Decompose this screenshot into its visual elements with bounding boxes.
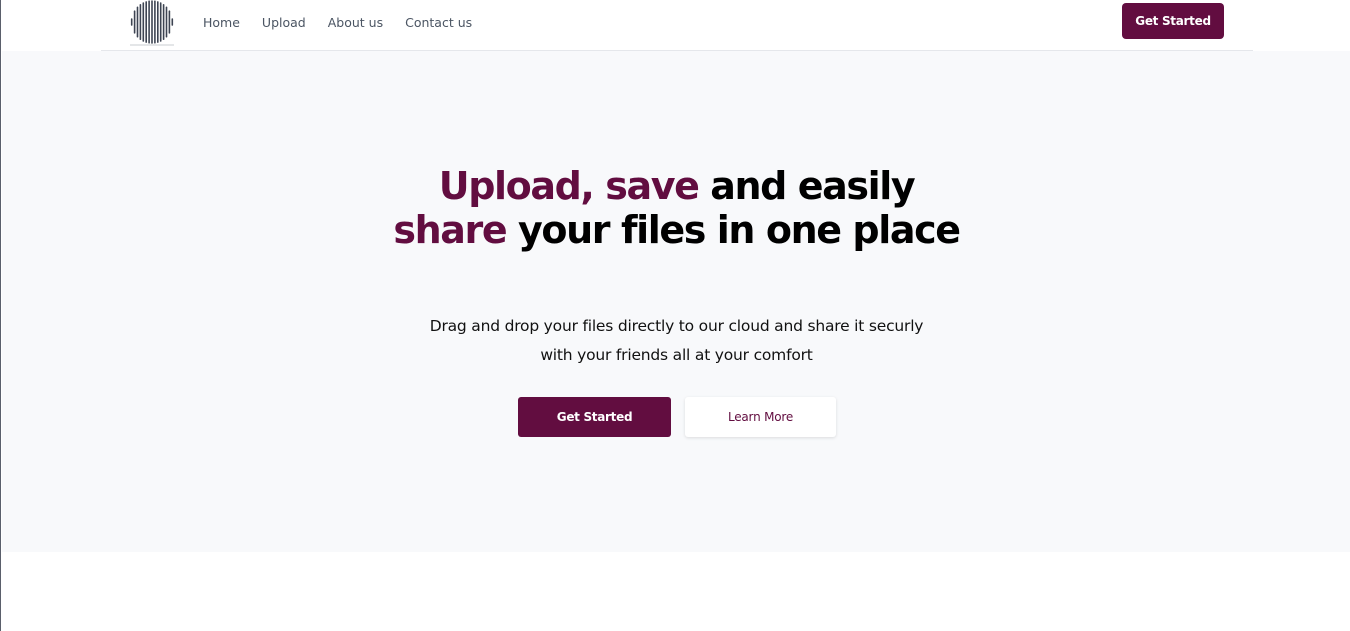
hero-title: Upload, save and easily share your files…: [2, 164, 1350, 252]
site-header: Home Upload About us Contact us Get Star…: [101, 0, 1253, 51]
header-get-started-button[interactable]: Get Started: [1122, 3, 1224, 39]
hero-get-started-button[interactable]: Get Started: [518, 397, 671, 437]
hero-title-part-files: your files in one place: [506, 208, 961, 252]
hero-subtitle-line-2: with your friends all at your comfort: [540, 346, 813, 364]
page: Home Upload About us Contact us Get Star…: [0, 0, 1350, 631]
nav-contact-link[interactable]: Contact us: [405, 15, 472, 30]
hero-title-accent-share: share: [393, 208, 507, 252]
hero-subtitle: Drag and drop your files directly to our…: [2, 312, 1350, 370]
nav-home-link[interactable]: Home: [203, 15, 240, 30]
hero-title-part-and-easily: and easily: [698, 164, 915, 208]
hero-section: Upload, save and easily share your files…: [2, 51, 1350, 552]
soundwave-logo-icon[interactable]: [129, 0, 175, 46]
hero-title-accent-upload-save: Upload, save: [438, 164, 700, 208]
hero-subtitle-line-1: Drag and drop your files directly to our…: [429, 317, 924, 335]
hero-learn-more-button[interactable]: Learn More: [685, 397, 836, 437]
main-nav: Home Upload About us Contact us: [203, 0, 472, 44]
nav-upload-link[interactable]: Upload: [262, 15, 306, 30]
hero-buttons: Get Started Learn More: [518, 397, 838, 437]
nav-about-link[interactable]: About us: [328, 15, 383, 30]
